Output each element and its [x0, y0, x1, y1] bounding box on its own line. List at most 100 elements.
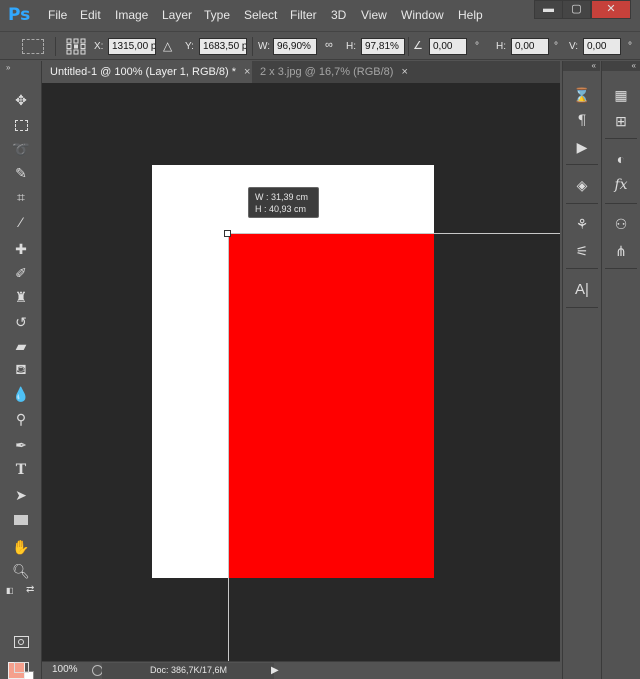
lasso-tool-icon[interactable]: ➰ — [11, 139, 31, 159]
path-selection-tool-icon[interactable]: ➤ — [11, 485, 31, 505]
width-scale-input[interactable]: 96,90% — [273, 38, 317, 55]
options-bar: X: 1315,00 p △ Y: 1683,50 p W: 96,90% ∞ … — [0, 31, 640, 60]
healing-brush-tool-icon[interactable]: ✚ — [11, 239, 31, 259]
menu-layer[interactable]: Layer — [162, 8, 192, 22]
clone-stamp-tool-icon[interactable]: ♜ — [11, 287, 31, 307]
tools-panel: » ✥ ➰ ✎ ⌗ ⁄ ✚ ✐ ♜ ↺ ▰ ⛾ 💧 ⚲ ✒ T ➤ ✋ 🔍︎ ◧… — [0, 61, 42, 679]
collapse-dock-icon[interactable]: « — [632, 61, 636, 70]
menu-window[interactable]: Window — [401, 8, 444, 22]
options-divider — [252, 37, 253, 56]
horizontal-skew-input[interactable]: 0,00 — [511, 38, 549, 55]
status-bar: 100% Doc: 386,7K/17,6M ▶ — [42, 661, 560, 679]
brush-tool-icon[interactable]: ✐ — [11, 263, 31, 283]
styles-panel-icon[interactable]: fx — [611, 175, 631, 195]
minimize-button[interactable]: ▬ — [534, 0, 563, 19]
close-window-button[interactable]: ✕ — [591, 0, 631, 19]
history-brush-tool-icon[interactable]: ↺ — [11, 312, 31, 332]
vertical-skew-input[interactable]: 0,00 — [583, 38, 621, 55]
pen-tool-icon[interactable]: ✒ — [11, 435, 31, 455]
document-tabs: Untitled-1 @ 100% (Layer 1, RGB/8) * × 2 … — [42, 61, 560, 83]
tab-label: Untitled-1 @ 100% (Layer 1, RGB/8) * — [50, 66, 237, 78]
screen-mode-icon[interactable] — [11, 657, 31, 677]
actions-panel-icon[interactable]: ▶ — [572, 137, 592, 157]
transform-handle-top-left[interactable] — [224, 230, 231, 237]
height-label: H: — [346, 41, 356, 52]
menu-filter[interactable]: Filter — [290, 8, 317, 22]
y-position-input[interactable]: 1683,50 p — [199, 38, 247, 55]
menu-type[interactable]: Type — [204, 8, 230, 22]
expand-tools-icon[interactable]: » — [6, 63, 10, 72]
brush-panel-icon[interactable]: ⚟ — [572, 241, 592, 261]
dodge-tool-icon[interactable]: ⚲ — [11, 409, 31, 429]
dock-divider — [605, 138, 637, 139]
tab-untitled-1[interactable]: Untitled-1 @ 100% (Layer 1, RGB/8) * × — [42, 61, 252, 83]
dimension-tooltip: W : 31,39 cm H : 40,93 cm — [248, 187, 319, 218]
reference-point-grid-icon[interactable] — [66, 38, 86, 55]
quick-selection-tool-icon[interactable]: ✎ — [11, 163, 31, 183]
angle-unit: ° — [475, 41, 479, 52]
transform-bounds-top-edge — [228, 233, 560, 234]
character-styles-panel-icon[interactable]: A| — [572, 279, 592, 299]
menu-edit[interactable]: Edit — [80, 8, 101, 22]
adjustments-panel-icon[interactable]: ◐ — [611, 149, 631, 169]
paths-panel-icon[interactable]: ⋔ — [611, 241, 631, 261]
dock-divider — [566, 203, 598, 204]
delta-icon[interactable]: △ — [163, 39, 172, 53]
channels-panel-icon[interactable]: ⚇ — [611, 214, 631, 234]
menu-help[interactable]: Help — [458, 8, 483, 22]
eyedropper-tool-icon[interactable]: ⁄ — [11, 212, 31, 232]
hand-tool-icon[interactable]: ✋ — [11, 537, 31, 557]
tab-2x3-jpg[interactable]: 2 x 3.jpg @ 16,7% (RGB/8) × — [252, 61, 416, 83]
x-position-input[interactable]: 1315,00 p — [108, 38, 156, 55]
brush-presets-panel-icon[interactable]: ⚘ — [572, 214, 592, 234]
document-size-info: Doc: 386,7K/17,6M — [102, 663, 274, 679]
default-colors-icon[interactable]: ◧ — [6, 586, 14, 595]
paragraph-panel-icon[interactable]: ¶ — [572, 111, 592, 131]
status-menu-arrow-icon[interactable]: ▶ — [271, 665, 279, 676]
menu-image[interactable]: Image — [115, 8, 148, 22]
eraser-tool-icon[interactable]: ▰ — [11, 336, 31, 356]
horizontal-skew-label: H: — [496, 41, 506, 52]
zoom-level-field[interactable]: 100% — [46, 664, 88, 678]
options-divider — [55, 37, 56, 56]
canvas-area[interactable]: W : 31,39 cm H : 40,93 cm — [42, 83, 560, 661]
layers-panel-icon[interactable]: ◈ — [572, 175, 592, 195]
collapse-dock-icon[interactable]: « — [592, 61, 596, 70]
transform-tool-icon — [22, 39, 44, 54]
link-icon[interactable]: ∞ — [325, 39, 333, 51]
type-tool-icon[interactable]: T — [11, 460, 31, 480]
maximize-button[interactable]: ▢ — [562, 0, 591, 19]
x-label: X: — [94, 41, 104, 52]
swap-colors-icon[interactable]: ⇄ — [26, 584, 34, 595]
menu-file[interactable]: File — [48, 8, 67, 22]
swatches-panel-icon[interactable]: ⊞ — [611, 111, 631, 131]
transform-bounds-left-edge — [228, 233, 229, 661]
vskew-unit: ° — [628, 41, 632, 52]
marquee-tool-icon[interactable] — [11, 115, 31, 135]
dock-divider — [566, 164, 598, 165]
panel-dock-right: « ▦ ⊞ ◐ fx ⚇ ⋔ — [601, 61, 640, 679]
close-tab-icon[interactable]: × — [401, 66, 407, 78]
blur-tool-icon[interactable]: 💧 — [11, 384, 31, 404]
color-panel-icon[interactable]: ▦ — [611, 85, 631, 105]
history-panel-icon[interactable]: ⌛ — [572, 85, 592, 105]
zoom-tool-icon[interactable]: 🔍︎ — [11, 561, 31, 581]
menu-view[interactable]: View — [361, 8, 387, 22]
close-tab-icon[interactable]: × — [244, 66, 250, 78]
crop-tool-icon[interactable]: ⌗ — [11, 187, 31, 207]
layer-1-red-rectangle[interactable] — [228, 234, 434, 578]
dock-divider — [605, 203, 637, 204]
angle-icon: ∠ — [413, 40, 423, 52]
height-scale-input[interactable]: 97,81% — [361, 38, 405, 55]
quick-mask-icon[interactable] — [11, 632, 31, 652]
panel-dock-left: « ⌛ ¶ ▶ ◈ ⚘ ⚟ A| — [562, 61, 600, 679]
hskew-unit: ° — [554, 41, 558, 52]
rectangle-tool-icon[interactable] — [11, 510, 31, 530]
menu-bar: Ps File Edit Image Layer Type Select Fil… — [0, 0, 640, 31]
menu-3d[interactable]: 3D — [331, 8, 346, 22]
menu-select[interactable]: Select — [244, 8, 277, 22]
move-tool-icon[interactable]: ✥ — [11, 90, 31, 110]
y-label: Y: — [185, 41, 194, 52]
rotation-angle-input[interactable]: 0,00 — [429, 38, 467, 55]
paint-bucket-tool-icon[interactable]: ⛾ — [11, 360, 31, 380]
